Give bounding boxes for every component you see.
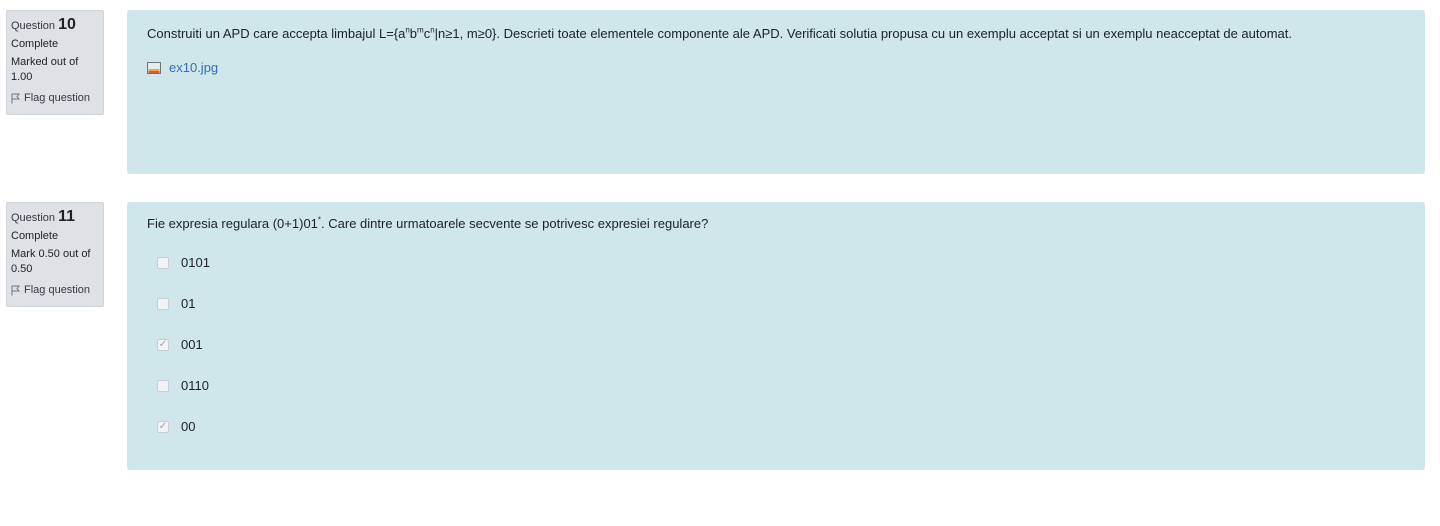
answer-label: 001: [181, 336, 203, 352]
flag-question-label: Flag question: [24, 92, 91, 104]
flag-question-link[interactable]: Flag question: [11, 283, 99, 298]
question-state: Complete: [11, 38, 59, 50]
question-11-content: Fie expresia regulara (0+1)01*. Care din…: [127, 202, 1425, 470]
flag-icon: [11, 93, 21, 104]
answer-checkbox[interactable]: [157, 297, 169, 310]
question-number-line: Question 11: [11, 209, 99, 226]
answer-label: 00: [181, 418, 196, 434]
flag-question-link[interactable]: Flag question: [11, 91, 99, 106]
question-number: 10: [58, 16, 76, 33]
answer-label: 0101: [181, 254, 210, 270]
question-word: Question: [11, 212, 56, 224]
question-text: Fie expresia regulara (0+1)01*. Care din…: [147, 215, 709, 231]
answer-options: 0101 01 ✓ 001 0110 ✓ 00: [147, 242, 1405, 447]
question-mark: Marked out of 1.00: [11, 56, 79, 83]
question-10-info: Question 10 Complete Marked out of 1.00 …: [6, 10, 104, 115]
answer-label: 0110: [181, 377, 209, 393]
question-text: Construiti un APD care accepta limbajul …: [147, 25, 1293, 41]
flag-icon: [11, 285, 21, 296]
answer-option[interactable]: 01: [147, 283, 1405, 324]
answer-label: 01: [181, 295, 196, 311]
answer-checkbox[interactable]: [157, 379, 169, 392]
answer-option[interactable]: ✓ 001: [147, 324, 1405, 365]
answer-option[interactable]: 0101: [147, 242, 1405, 283]
question-11-info: Question 11 Complete Mark 0.50 out of 0.…: [6, 202, 104, 307]
question-number: 11: [58, 208, 76, 225]
answer-checkbox[interactable]: ✓: [157, 420, 169, 433]
answer-option[interactable]: 0110: [147, 365, 1405, 406]
question-10-content: Construiti un APD care accepta limbajul …: [127, 10, 1425, 174]
answer-option[interactable]: ✓ 00: [147, 406, 1405, 447]
question-word: Question: [11, 20, 56, 32]
answer-checkbox[interactable]: ✓: [157, 338, 169, 351]
attachment: ex10.jpg: [147, 58, 1405, 78]
question-number-line: Question 10: [11, 17, 99, 34]
flag-question-label: Flag question: [24, 284, 91, 296]
attachment-link[interactable]: ex10.jpg: [169, 58, 218, 78]
question-mark: Mark 0.50 out of 0.50: [11, 248, 91, 275]
question-state: Complete: [11, 230, 59, 242]
answer-checkbox[interactable]: [157, 256, 169, 269]
image-file-icon: [147, 62, 161, 74]
